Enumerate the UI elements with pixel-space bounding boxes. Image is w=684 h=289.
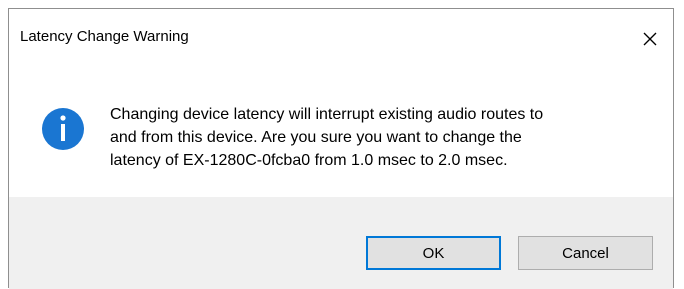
message-line: Changing device latency will interrupt e… (110, 106, 544, 123)
dialog-title: Latency Change Warning (20, 28, 189, 45)
title-bar: Latency Change Warning (9, 9, 673, 69)
message-area: Changing device latency will interrupt e… (9, 69, 673, 197)
close-button[interactable] (627, 9, 673, 69)
message-line: and from this device. Are you sure you w… (110, 129, 522, 146)
button-bar: OK Cancel (9, 197, 673, 289)
cancel-button[interactable]: Cancel (518, 236, 653, 270)
ok-button[interactable]: OK (366, 236, 501, 270)
warning-message: Changing device latency will interrupt e… (110, 103, 640, 172)
close-icon (642, 31, 658, 47)
message-line: latency of EX-1280C-0fcba0 from 1.0 msec… (110, 152, 508, 169)
info-icon (41, 107, 85, 151)
latency-change-warning-dialog: Latency Change Warning Changing device l… (8, 8, 674, 289)
